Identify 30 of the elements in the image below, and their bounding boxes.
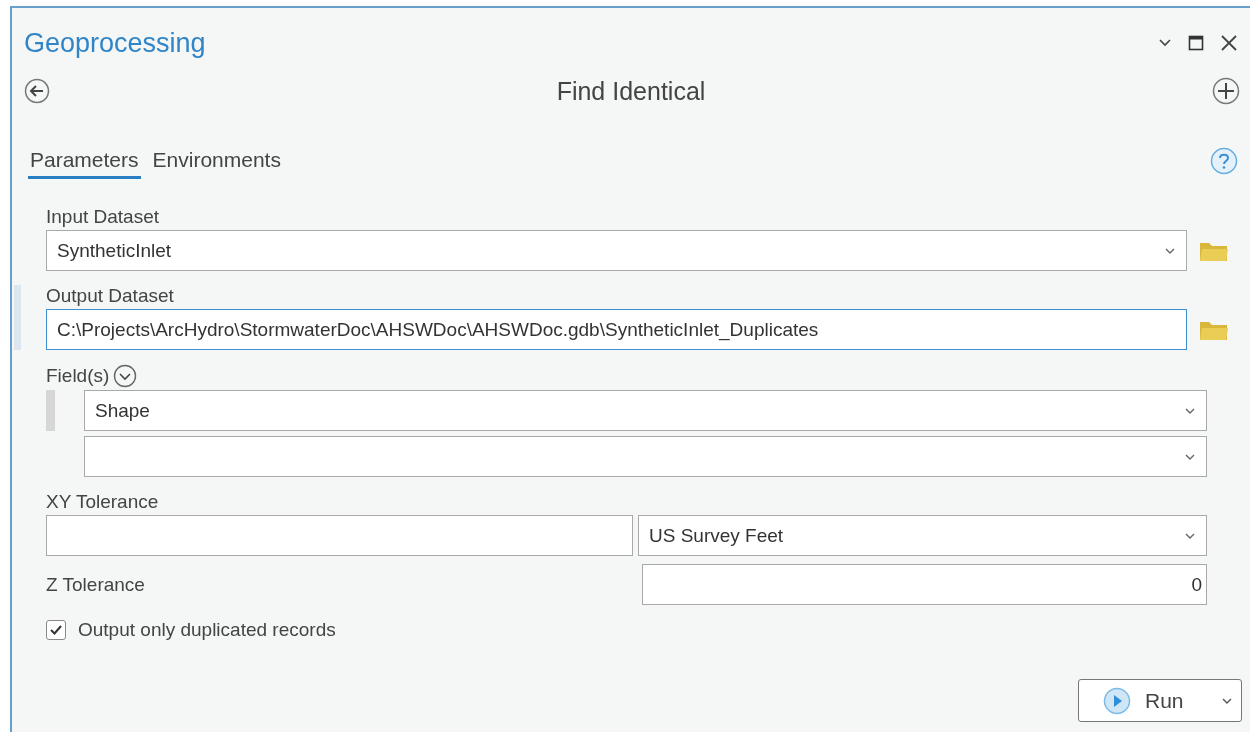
- field-dropdown[interactable]: Shape: [84, 390, 1207, 431]
- back-icon[interactable]: [24, 78, 50, 104]
- tab[interactable]: Environments: [150, 143, 283, 179]
- field-label: XY Tolerance: [46, 491, 160, 513]
- maximize-icon[interactable]: [1188, 35, 1204, 51]
- input-dataset-dropdown[interactable]: SyntheticInlet: [46, 230, 1187, 271]
- field-label: Field(s): [46, 365, 110, 387]
- drag-handle[interactable]: [46, 390, 55, 431]
- checkbox-label: Output only duplicated records: [78, 619, 336, 641]
- expand-icon[interactable]: [113, 364, 138, 388]
- run-button[interactable]: Run: [1078, 679, 1242, 722]
- caret-icon: [1221, 696, 1233, 705]
- pane-title: Geoprocessing: [24, 27, 206, 59]
- help-icon[interactable]: [1210, 147, 1238, 175]
- tolerance-field[interactable]: 0: [642, 564, 1207, 605]
- field-label: Output Dataset: [46, 285, 175, 307]
- unit-dropdown[interactable]: US Survey Feet: [638, 515, 1207, 556]
- tool-name: Find Identical: [556, 76, 706, 106]
- play-icon: [1103, 686, 1131, 715]
- output-dataset-field[interactable]: C:\Projects\ArcHydro\StormwaterDoc\AHSWDoc\AHSWDoc.gdb\SyntheticInlet_Duplicates: [46, 309, 1187, 350]
- active-parameter-marker: [14, 285, 21, 350]
- field-label: Z Tolerance: [46, 573, 145, 596]
- collapse-icon[interactable]: [1158, 38, 1172, 48]
- field-label: Input Dataset: [46, 206, 161, 228]
- field-dropdown[interactable]: [84, 436, 1207, 477]
- checkbox[interactable]: [46, 620, 66, 640]
- tab[interactable]: Parameters: [28, 143, 141, 179]
- add-icon[interactable]: [1212, 77, 1240, 105]
- close-icon[interactable]: [1220, 34, 1238, 52]
- tolerance-field[interactable]: [46, 515, 633, 556]
